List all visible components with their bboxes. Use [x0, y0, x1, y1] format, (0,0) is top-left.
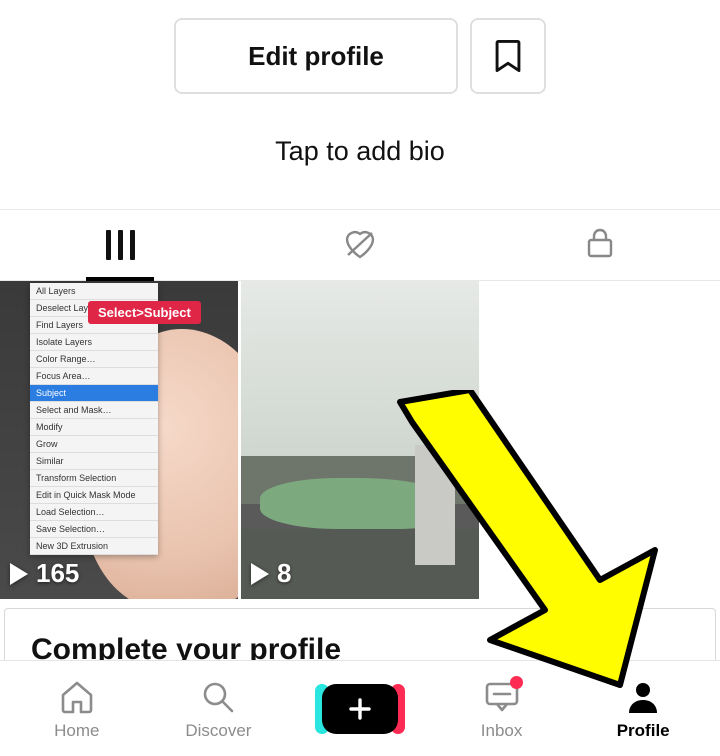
- tab-label: Home: [54, 721, 99, 741]
- tab-label: Profile: [617, 721, 670, 741]
- bookmark-button[interactable]: [470, 18, 546, 94]
- view-count: 8: [251, 558, 291, 589]
- tab-home[interactable]: Home: [6, 677, 148, 741]
- lock-icon: [585, 227, 615, 264]
- inbox-icon: [482, 677, 522, 717]
- tab-feed[interactable]: [0, 210, 240, 280]
- thumb-badge: Select>Subject: [88, 301, 201, 324]
- search-icon: [198, 677, 238, 717]
- add-bio-link[interactable]: Tap to add bio: [0, 136, 720, 167]
- tab-inbox[interactable]: Inbox: [431, 677, 573, 741]
- tab-label: Discover: [185, 721, 251, 741]
- tab-profile[interactable]: Profile: [572, 677, 714, 741]
- tab-liked[interactable]: [240, 210, 480, 280]
- tab-private[interactable]: [480, 210, 720, 280]
- view-count: 165: [10, 558, 79, 589]
- home-icon: [57, 677, 97, 717]
- notification-dot: [510, 676, 523, 689]
- bookmark-icon: [488, 36, 528, 76]
- video-thumb[interactable]: All LayersDeselect LayersFind LayersIsol…: [0, 281, 238, 599]
- bottom-tab-bar: Home Discover Inbox Profile: [0, 660, 720, 756]
- tab-create[interactable]: [289, 684, 431, 734]
- tab-label: Inbox: [481, 721, 523, 741]
- profile-icon: [623, 677, 663, 717]
- create-button: [322, 684, 398, 734]
- heart-hidden-icon: [342, 227, 378, 264]
- edit-profile-button[interactable]: Edit profile: [174, 18, 458, 94]
- tab-discover[interactable]: Discover: [148, 677, 290, 741]
- video-thumb[interactable]: 8: [241, 281, 479, 599]
- play-icon: [251, 563, 269, 585]
- feed-icon: [106, 230, 135, 260]
- play-icon: [10, 563, 28, 585]
